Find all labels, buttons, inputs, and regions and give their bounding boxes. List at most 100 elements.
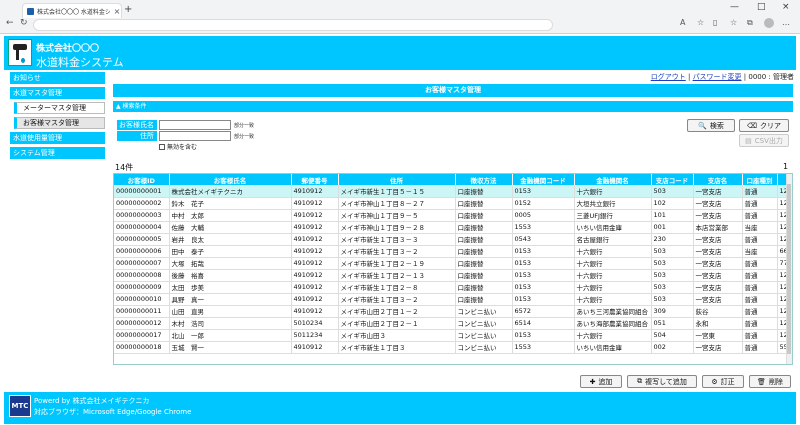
edit-button[interactable]: ⚙ 訂正: [702, 375, 744, 388]
table-cell: 一宮支店: [693, 209, 743, 222]
address-bar[interactable]: [33, 19, 553, 31]
sidebar-item-meter-master[interactable]: メーターマスタ管理: [14, 102, 105, 114]
close-window-icon[interactable]: ×: [782, 2, 790, 12]
table-cell: 0153: [512, 293, 575, 306]
sidebar-item-system[interactable]: システム管理: [10, 147, 105, 159]
favorites-bar-icon[interactable]: ☆: [730, 18, 737, 27]
col-header[interactable]: お客様氏名: [169, 174, 292, 185]
user-links: ログアウト | パスワード変更 | 0000 : 管理者: [651, 72, 794, 82]
table-cell: 4910912: [291, 209, 339, 222]
table-cell: 十六銀行: [574, 281, 652, 294]
back-icon[interactable]: ←: [6, 18, 14, 28]
copy-add-button[interactable]: ⧉ 複写して追加: [627, 375, 697, 388]
col-header[interactable]: 金融機関名: [574, 174, 652, 185]
table-cell: 6514: [512, 317, 575, 330]
browser-tab[interactable]: 株式会社〇〇〇 水道料金システム ×: [22, 3, 122, 18]
reload-icon[interactable]: ↻: [20, 18, 28, 28]
address-input[interactable]: [159, 131, 231, 141]
copy-add-button-label: 複写して追加: [645, 377, 687, 386]
search-condition-toggle[interactable]: ▲ 検索条件: [113, 101, 793, 112]
table-row[interactable]: 00000000006 田中 泰子 4910912 メイギ市新生１丁目３－２ 口座振替 0…: [114, 245, 791, 258]
include-invalid-checkbox[interactable]: 無効を含む: [159, 142, 197, 151]
read-aloud-icon[interactable]: A: [680, 18, 685, 27]
table-row[interactable]: 00000000007 大塚 拓哉 4910912 メイギ市新生１丁目２－１９ 口座振替…: [114, 257, 791, 270]
csv-export-button[interactable]: ▤ CSV出力: [739, 134, 789, 147]
delete-button-label: 削除: [768, 377, 783, 386]
table-cell: 4910912: [291, 197, 339, 210]
sidebar-item-water-usage[interactable]: 水道使用量管理: [10, 132, 105, 144]
table-row[interactable]: 00000000002 鈴木 花子 4910912 メイギ市神山１丁目８－２７ 口座振替…: [114, 197, 791, 210]
collections-icon[interactable]: ⧉: [747, 18, 753, 28]
table-cell: 十六銀行: [574, 257, 652, 270]
profile-avatar[interactable]: [764, 18, 774, 28]
logout-link[interactable]: ログアウト: [651, 73, 686, 81]
clear-button[interactable]: ⌫ クリア: [739, 119, 789, 132]
table-row[interactable]: 00000000018 玉城 賢一 4910912 メイギ市新生１丁目３ コンビニ払い 1…: [114, 341, 791, 354]
sidebar: お知らせ 水道マスタ管理 メーターマスタ管理 お客様マスタ管理 水道使用量管理 …: [10, 72, 105, 162]
table-cell: 00000000010: [114, 293, 170, 306]
table-row[interactable]: 00000000017 北山 一郎 5011234 メイギ市山田３ コンビニ払い 0153…: [114, 329, 791, 342]
sidebar-item-water-master[interactable]: 水道マスタ管理: [10, 87, 105, 99]
change-password-link[interactable]: パスワード変更: [693, 73, 742, 81]
tab-title: 株式会社〇〇〇 水道料金システム: [37, 8, 110, 16]
more-icon[interactable]: …: [782, 18, 790, 27]
table-cell: 本店営業部: [693, 221, 743, 234]
table-cell: 山田 直男: [169, 305, 292, 318]
table-cell: 4910912: [291, 233, 339, 246]
table-cell: 4910912: [291, 305, 339, 318]
table-row[interactable]: 00000000005 岩井 良太 4910912 メイギ市新生１丁目３－３ 口座振替 0…: [114, 233, 791, 246]
table-cell: 001: [651, 221, 694, 234]
trash-icon: 🗑: [757, 377, 766, 386]
table-row[interactable]: 00000000011 山田 直男 4910912 メイギ市山田２丁目１－２ コンビニ払…: [114, 305, 791, 318]
company-logo-icon: MTC: [9, 395, 31, 417]
table-row[interactable]: 00000000009 太田 歩美 4910912 メイギ市新生１丁目２－８ 口座振替 0…: [114, 281, 791, 294]
table-row[interactable]: 00000000012 木村 浩司 5010234 メイギ市山田２丁目２－１ コンビニ払…: [114, 317, 791, 330]
split-screen-icon[interactable]: ▯: [713, 18, 717, 27]
table-cell: 00000000004: [114, 221, 170, 234]
close-tab-icon[interactable]: ×: [113, 7, 121, 16]
vertical-scrollbar[interactable]: [786, 174, 792, 364]
add-button[interactable]: ✚ 追加: [580, 375, 622, 388]
checkbox-box[interactable]: [159, 143, 165, 150]
search-icon: 🔍: [698, 121, 707, 130]
table-cell: 普通: [742, 233, 778, 246]
maximize-icon[interactable]: □: [757, 2, 766, 12]
table-row[interactable]: 00000000008 後藤 裕喜 4910912 メイギ市新生１丁目２－１３ 口座振替…: [114, 269, 791, 282]
col-header[interactable]: お客様ID: [114, 174, 170, 185]
sidebar-item-customer-master[interactable]: お客様マスタ管理: [14, 117, 105, 129]
table-cell: 5011234: [291, 329, 339, 342]
table-cell: 一宮支店: [693, 197, 743, 210]
delete-button[interactable]: 🗑 削除: [749, 375, 791, 388]
col-header[interactable]: 支店コード: [651, 174, 694, 185]
table-row[interactable]: 00000000001 株式会社メイギテクニカ 4910912 メイギ市新生１丁目５－…: [114, 185, 791, 198]
col-header[interactable]: 口座種別: [742, 174, 778, 185]
col-header[interactable]: 住所: [338, 174, 456, 185]
table-row[interactable]: 00000000003 中村 太郎 4910912 メイギ市神山１丁目９－５ 口座振替 0…: [114, 209, 791, 222]
table-cell: 一宮支店: [693, 281, 743, 294]
new-tab-icon[interactable]: +: [124, 4, 132, 15]
minimize-icon[interactable]: —: [730, 2, 739, 12]
customer-name-input[interactable]: [159, 120, 231, 130]
table-cell: 普通: [742, 341, 778, 354]
table-cell: 503: [651, 281, 694, 294]
table-cell: 一宮支店: [693, 257, 743, 270]
table-row[interactable]: 00000000004 佐藤 大輔 4910912 メイギ市神山１丁目９－２８ 口座振替…: [114, 221, 791, 234]
search-button[interactable]: 🔍 検索: [687, 119, 735, 132]
sidebar-item-notice[interactable]: お知らせ: [10, 72, 105, 84]
table-row[interactable]: 00000000010 具野 真一 4910912 メイギ市新生１丁目３－２ 口座振替 0…: [114, 293, 791, 306]
table-cell: 503: [651, 185, 694, 198]
table-cell: 1553: [512, 221, 575, 234]
col-header[interactable]: 支店名: [693, 174, 743, 185]
table-cell: 4910912: [291, 221, 339, 234]
col-header[interactable]: 金融機関コード: [512, 174, 575, 185]
col-header[interactable]: 徴収方法: [455, 174, 513, 185]
favorite-icon[interactable]: ☆: [697, 18, 704, 27]
scrollbar-thumb[interactable]: [787, 184, 791, 354]
table-cell: 4910912: [291, 245, 339, 258]
col-header[interactable]: 郵便番号: [291, 174, 339, 185]
table-cell: 口座振替: [455, 293, 513, 306]
table-cell: 5010234: [291, 317, 339, 330]
table-cell: 0005: [512, 209, 575, 222]
edit-button-label: 訂正: [720, 377, 735, 386]
page-number[interactable]: 1: [783, 162, 788, 171]
